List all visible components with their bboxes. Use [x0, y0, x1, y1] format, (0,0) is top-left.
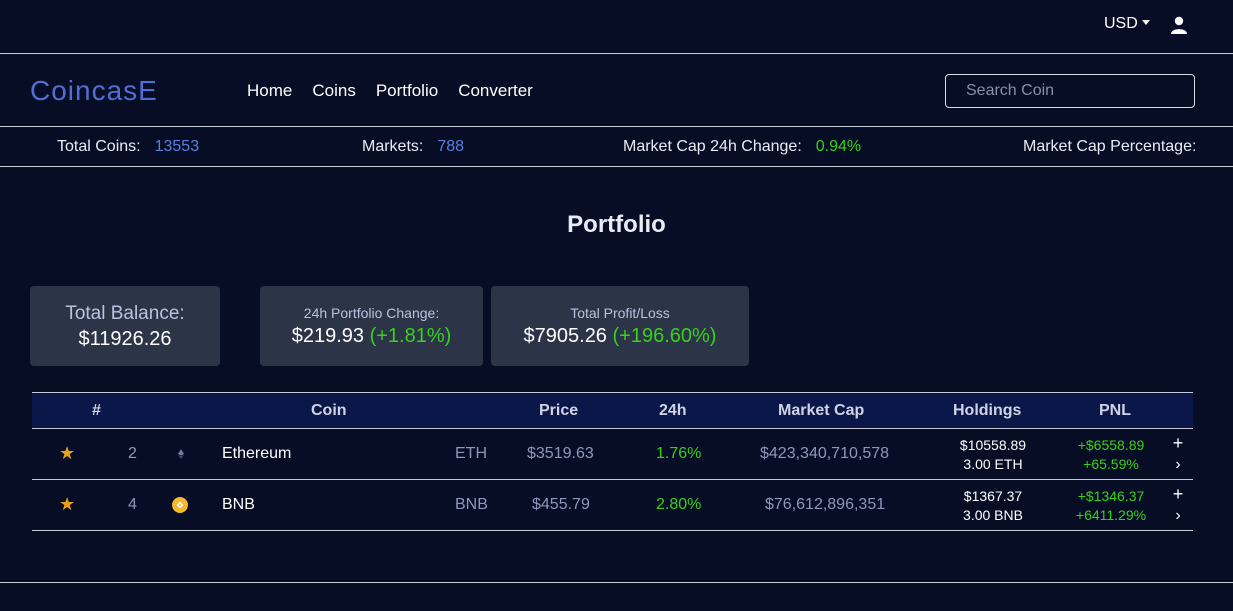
nav-home[interactable]: Home — [247, 81, 292, 101]
header-price[interactable]: Price — [539, 402, 578, 420]
coin-holdings: $1367.37 3.00 BNB — [947, 487, 1039, 525]
coin-holdings: $10558.89 3.00 ETH — [947, 436, 1039, 474]
coin-rank: 2 — [128, 445, 137, 462]
nav-portfolio[interactable]: Portfolio — [376, 81, 438, 101]
pnl-percent: +65.59% — [1083, 456, 1139, 472]
user-icon[interactable] — [1170, 16, 1188, 34]
table-row[interactable]: ★ 4 BNB BNB $455.79 2.80% $76,612,896,35… — [32, 480, 1193, 531]
total-balance-card: Total Balance: $11926.26 — [30, 286, 220, 366]
change-percent: (+1.81%) — [369, 325, 452, 347]
stat-label: Market Cap 24h Change: — [623, 138, 802, 155]
ethereum-icon — [178, 449, 184, 459]
chevron-right-icon[interactable]: › — [1172, 507, 1184, 525]
nav-converter[interactable]: Converter — [458, 81, 533, 101]
card-value: $7905.26 (+196.60%) — [491, 325, 749, 348]
footer-divider — [0, 582, 1233, 583]
stat-label: Total Coins: — [57, 138, 141, 155]
coin-market-cap: $423,340,710,578 — [760, 445, 890, 462]
page-title: Portfolio — [567, 211, 666, 238]
holdings-value: $1367.37 — [963, 488, 1023, 504]
stat-value: 788 — [437, 138, 465, 155]
nav-coins[interactable]: Coins — [312, 81, 355, 101]
card-value: $219.93 (+1.81%) — [260, 325, 483, 348]
coin-name[interactable]: BNB — [222, 496, 255, 514]
plus-icon[interactable]: + — [1172, 433, 1184, 454]
coin-name[interactable]: Ethereum — [222, 445, 291, 463]
pnl-percent: (+196.60%) — [612, 325, 717, 347]
coin-price: $3519.63 — [527, 445, 594, 462]
card-value: $11926.26 — [78, 328, 172, 350]
stat-market-cap-percentage: Market Cap Percentage: — [1023, 138, 1196, 156]
change-amount: $219.93 — [291, 325, 364, 347]
caret-down-icon — [1141, 19, 1150, 25]
stat-value: 0.94% — [815, 138, 862, 155]
star-icon[interactable]: ★ — [59, 494, 75, 515]
pnl-amount: $7905.26 — [523, 325, 607, 347]
stat-label: Market Cap Percentage: — [1023, 138, 1197, 155]
coin-pnl: +$6558.89 +65.59% — [1064, 436, 1158, 474]
navbar: CoincasE Home Coins Portfolio Converter — [0, 55, 1233, 127]
coin-change-24h: 2.80% — [656, 496, 702, 513]
holdings-quantity: 3.00 ETH — [963, 456, 1023, 472]
holdings-value: $10558.89 — [959, 437, 1027, 453]
portfolio-table: # Coin Price 24h Market Cap Holdings PNL… — [32, 392, 1193, 531]
holdings-quantity: 3.00 BNB — [963, 507, 1023, 523]
stat-label: Markets: — [362, 138, 424, 155]
star-icon[interactable]: ★ — [59, 443, 75, 464]
stat-value: 13553 — [154, 138, 200, 155]
stat-markets: Markets: 788 — [362, 138, 464, 156]
coin-symbol: ETH — [455, 445, 487, 462]
chevron-right-icon[interactable]: › — [1172, 456, 1184, 474]
bnb-icon — [172, 497, 188, 513]
logo[interactable]: CoincasE — [30, 75, 158, 107]
coin-change-24h: 1.76% — [656, 445, 702, 462]
coin-symbol: BNB — [455, 496, 488, 513]
header-holdings[interactable]: Holdings — [953, 402, 1021, 420]
pnl-value: +$6558.89 — [1077, 437, 1145, 453]
stat-market-cap-change: Market Cap 24h Change: 0.94% — [623, 138, 861, 156]
coin-pnl: +$1346.37 +6411.29% — [1064, 487, 1158, 525]
header-rank[interactable]: # — [92, 402, 101, 420]
nav-links: Home Coins Portfolio Converter — [247, 81, 533, 101]
coin-market-cap: $76,612,896,351 — [765, 496, 886, 513]
coin-price: $455.79 — [532, 496, 590, 513]
coin-rank: 4 — [128, 496, 137, 513]
header-market-cap[interactable]: Market Cap — [778, 402, 864, 420]
stat-total-coins: Total Coins: 13553 — [57, 138, 199, 156]
pnl-value: +$1346.37 — [1077, 488, 1145, 504]
currency-dropdown[interactable]: USD — [1104, 15, 1150, 33]
header-pnl[interactable]: PNL — [1099, 402, 1131, 420]
card-label: Total Profit/Loss — [570, 305, 670, 321]
card-label: 24h Portfolio Change: — [303, 305, 440, 321]
header-coin[interactable]: Coin — [311, 402, 347, 420]
search-input[interactable] — [945, 74, 1195, 108]
table-row[interactable]: ★ 2 Ethereum ETH $3519.63 1.76% $423,340… — [32, 429, 1193, 480]
top-bar: USD — [0, 0, 1233, 54]
pnl-percent: +6411.29% — [1075, 507, 1147, 523]
portfolio-change-card: 24h Portfolio Change: $219.93 (+1.81%) — [260, 286, 483, 366]
profit-loss-card: Total Profit/Loss $7905.26 (+196.60%) — [491, 286, 749, 366]
plus-icon[interactable]: + — [1172, 484, 1184, 505]
card-label: Total Balance: — [65, 303, 185, 324]
global-stats-bar: Total Coins: 13553 Markets: 788 Market Cap… — [0, 128, 1233, 167]
header-24h[interactable]: 24h — [659, 402, 687, 420]
currency-label: USD — [1104, 15, 1138, 32]
table-header: # Coin Price 24h Market Cap Holdings PNL — [32, 392, 1193, 429]
